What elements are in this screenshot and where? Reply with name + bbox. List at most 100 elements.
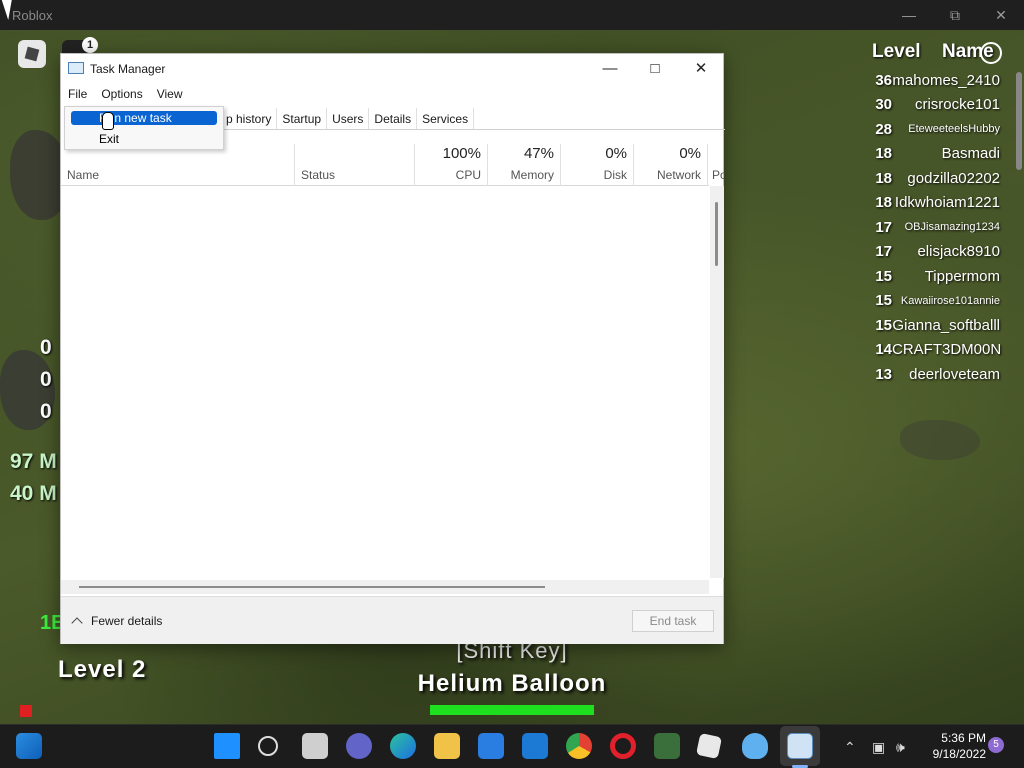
leaderboard-row[interactable]: 17 OBJisamazing1234 xyxy=(864,215,1014,240)
menu-item-run-new-task[interactable]: Run new task xyxy=(71,111,217,125)
player-name: deerloveteam xyxy=(909,365,1000,383)
task-view-icon[interactable] xyxy=(302,733,328,759)
col-name[interactable]: Name xyxy=(61,144,295,186)
menu-file[interactable]: File xyxy=(61,84,94,106)
col-power[interactable]: Po xyxy=(708,144,724,186)
tm-titlebar[interactable]: Task Manager — □ ✕ xyxy=(61,54,723,84)
search-icon[interactable] xyxy=(258,736,278,756)
close-button[interactable]: ✕ xyxy=(990,5,1012,25)
player-level: 30 xyxy=(875,96,892,114)
leaderboard-scrollbar[interactable] xyxy=(1016,72,1022,170)
task-manager-taskbar-icon[interactable] xyxy=(787,733,813,759)
leaderboard-rows: 36 mahomes_2410 30 crisrocke101 28 Eteweeteel… xyxy=(864,68,1014,387)
leaderboard-row[interactable]: 15 Kawaiirose101annie xyxy=(864,289,1014,314)
col-network[interactable]: 0% Network xyxy=(634,144,708,186)
player-level: 15 xyxy=(875,292,892,310)
player-level: 17 xyxy=(875,243,892,261)
volume-icon[interactable]: 🕪 xyxy=(896,739,905,756)
col-cpu[interactable]: 100% CPU xyxy=(415,144,488,186)
player-level: 13 xyxy=(875,365,892,383)
leaderboard-row[interactable]: 18 Basmadi xyxy=(864,142,1014,167)
player-level: 18 xyxy=(875,169,892,187)
end-task-button[interactable]: End task xyxy=(632,610,714,632)
minecraft-icon[interactable] xyxy=(654,733,680,759)
tab-users[interactable]: Users xyxy=(327,108,370,129)
teams-chat-icon[interactable] xyxy=(346,733,372,759)
horizontal-scroll-thumb[interactable] xyxy=(79,586,545,588)
tm-maximize-button[interactable]: □ xyxy=(641,59,669,79)
player-name: elisjack8910 xyxy=(917,243,1000,261)
chat-badge: 1 xyxy=(82,37,98,53)
minimize-button[interactable]: — xyxy=(898,5,920,25)
menu-view[interactable]: View xyxy=(150,84,190,106)
microsoft-store-icon[interactable] xyxy=(478,733,504,759)
tips-bulb-icon[interactable] xyxy=(742,733,768,759)
process-list[interactable] xyxy=(61,186,709,586)
opera-icon[interactable] xyxy=(610,733,636,759)
player-level: 17 xyxy=(875,218,892,236)
file-dropdown-menu: Run new task Exit xyxy=(64,106,224,150)
leaderboard-row[interactable]: 15 Tippermom xyxy=(864,264,1014,289)
clock-date: 9/18/2022 xyxy=(932,747,986,761)
leaderboard-row[interactable]: 17 elisjack8910 xyxy=(864,240,1014,265)
tm-title: Task Manager xyxy=(90,62,166,76)
taskbar: ⌃ ▣ 🕪 5:36 PM 9/18/2022 5 xyxy=(0,724,1024,768)
window-title: Roblox xyxy=(12,8,53,23)
edge-browser-icon[interactable] xyxy=(390,733,416,759)
roblox-menu-icon[interactable] xyxy=(18,40,46,68)
stat-value: 0 xyxy=(40,336,52,359)
vertical-scrollbar[interactable] xyxy=(710,186,724,578)
col-memory[interactable]: 47% Memory xyxy=(488,144,561,186)
tm-minimize-button[interactable]: — xyxy=(596,59,624,79)
roblox-icon[interactable] xyxy=(695,732,723,760)
tab-services[interactable]: Services xyxy=(417,108,475,129)
fewer-details-toggle[interactable]: Fewer details xyxy=(71,614,163,629)
tab-details[interactable]: Details xyxy=(369,108,418,129)
notification-badge[interactable]: 5 xyxy=(988,737,1004,753)
tm-close-button[interactable]: ✕ xyxy=(687,59,715,79)
menu-item-exit[interactable]: Exit xyxy=(71,132,217,146)
leaderboard-row[interactable]: 28 EteweeteelsHubby xyxy=(864,117,1014,142)
settings-gear-icon[interactable] xyxy=(980,42,1002,64)
clock[interactable]: 5:36 PM 9/18/2022 xyxy=(918,730,986,762)
chevron-up-icon xyxy=(71,617,83,629)
leaderboard-row[interactable]: 14 CRAFT3DM00N xyxy=(864,338,1014,363)
tm-menubar: File Options View xyxy=(61,84,190,106)
memory-percent: 47% xyxy=(523,145,554,162)
player-level: 15 xyxy=(875,267,892,285)
leaderboard-row[interactable]: 15 Gianna_softballl xyxy=(864,313,1014,338)
tab-startup[interactable]: Startup xyxy=(277,108,328,129)
player-name: Basmadi xyxy=(941,145,1000,163)
chrome-icon[interactable] xyxy=(566,733,592,759)
player-name: OBJisamazing1234 xyxy=(904,221,1000,234)
item-bar-fill xyxy=(430,705,594,715)
leaderboard-row[interactable]: 18 godzilla02202 xyxy=(864,166,1014,191)
leaderboard-row[interactable]: 13 deerloveteam xyxy=(864,362,1014,387)
col-status[interactable]: Status xyxy=(295,144,415,186)
player-name: godzilla02202 xyxy=(907,169,1000,187)
fewer-details-label: Fewer details xyxy=(91,614,163,628)
network-icon[interactable]: ▣ xyxy=(872,739,885,756)
player-level: 14 xyxy=(875,341,892,359)
leaderboard-header-level: Level xyxy=(872,41,921,62)
file-explorer-icon[interactable] xyxy=(434,733,460,759)
column-header: Name Status 100% CPU 47% Memory 0% Disk … xyxy=(61,144,724,186)
menu-options[interactable]: Options xyxy=(94,84,149,106)
leaderboard-row[interactable]: 18 Idkwhoiam1221 xyxy=(864,191,1014,216)
start-windows-icon[interactable] xyxy=(214,733,240,759)
mail-icon[interactable] xyxy=(522,733,548,759)
leaderboard-row[interactable]: 36 mahomes_2410 xyxy=(864,68,1014,93)
disk-percent: 0% xyxy=(605,145,627,162)
player-level: 18 xyxy=(875,194,892,212)
player-level: 36 xyxy=(875,71,892,89)
vertical-scroll-thumb[interactable] xyxy=(715,202,718,266)
col-name-label: Name xyxy=(67,168,100,182)
widgets-icon[interactable] xyxy=(16,733,42,759)
col-disk[interactable]: 0% Disk xyxy=(561,144,634,186)
leaderboard-row[interactable]: 30 crisrocke101 xyxy=(864,93,1014,118)
restore-button[interactable]: ⧉ xyxy=(944,5,966,25)
roblox-titlebar: Roblox — ⧉ ✕ xyxy=(0,0,1024,30)
chevron-up-tray-icon[interactable]: ⌃ xyxy=(844,739,856,756)
tab-app-history[interactable]: p history xyxy=(221,108,278,129)
horizontal-scrollbar[interactable] xyxy=(61,580,709,594)
